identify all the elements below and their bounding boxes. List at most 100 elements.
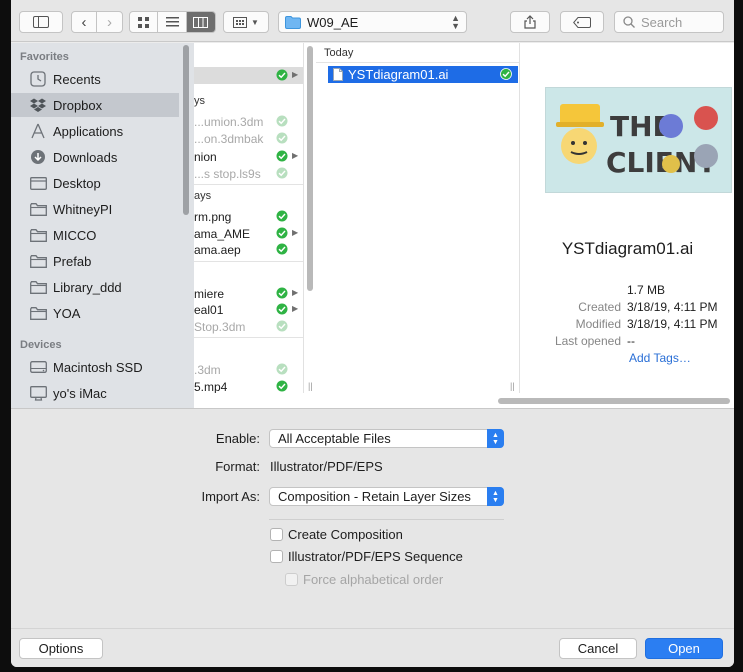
options-button[interactable]: Options [19, 638, 103, 659]
list-item[interactable]: nion ▶ [194, 148, 303, 165]
file-name: Stop.3dm [194, 319, 246, 334]
sidebar-item-imac[interactable]: yo's iMac [11, 381, 179, 405]
document-icon [333, 68, 343, 81]
horizontal-scrollbar[interactable] [498, 398, 730, 404]
list-item[interactable]: ...on.3dmbak [194, 130, 303, 147]
modified-value: 3/18/19, 4:11 PM [627, 317, 718, 331]
checkbox-label: Create Composition [288, 527, 403, 542]
disclosure-arrow-icon: ▶ [292, 151, 299, 160]
selected-file-row[interactable]: YSTdiagram01.ai [328, 66, 518, 83]
synced-check-icon [276, 287, 288, 302]
imac-icon [29, 385, 47, 401]
list-item[interactable]: ama.aep [194, 241, 303, 258]
path-popup[interactable]: W09_AE ▲ ▼ [278, 11, 467, 33]
desktop-icon [29, 175, 47, 191]
open-file-dialog: ‹ › ▼ W09_AE ▲ ▼ Search Favorites Recent… [11, 0, 734, 667]
file-name: eal01 [194, 302, 224, 317]
enable-value: All Acceptable Files [278, 431, 391, 446]
file-name: rm.png [194, 209, 232, 224]
downloads-icon [29, 149, 47, 165]
import-options: Enable: All Acceptable Files ▲ ▼ Format: … [11, 408, 734, 628]
icon-view-button[interactable] [130, 12, 159, 32]
modified-label: Modified [575, 317, 621, 331]
share-button[interactable] [510, 11, 550, 33]
synced-check-icon [276, 150, 288, 165]
path-label: W09_AE [307, 14, 359, 30]
updown-arrows-icon: ▲ ▼ [451, 13, 460, 31]
column-header: Today [324, 47, 354, 59]
sequence-checkbox[interactable]: Illustrator/PDF/EPS Sequence [270, 549, 463, 564]
list-item[interactable]: .3dm [194, 361, 303, 378]
import-as-label: Import As: [201, 489, 260, 504]
column-view-button[interactable] [186, 12, 215, 32]
synced-check-icon [276, 69, 288, 84]
list-view-button[interactable] [158, 12, 187, 32]
search-field[interactable]: Search [614, 11, 724, 33]
list-item[interactable]: ...s stop.ls9s [194, 165, 303, 182]
checkbox-box[interactable] [270, 550, 283, 563]
sidebar-item-whitneypi[interactable]: WhitneyPI [11, 197, 179, 221]
checkbox-box[interactable] [270, 528, 283, 541]
disclosure-arrow-icon: ▶ [292, 304, 299, 313]
list-item[interactable]: ▶ [194, 67, 303, 84]
file-name: nion [194, 149, 217, 164]
sidebar-item-macintosh-ssd[interactable]: Macintosh SSD [11, 355, 179, 379]
divider [194, 337, 303, 338]
sidebar-toggle-button[interactable] [19, 11, 63, 33]
sidebar-item-label: Macintosh SSD [53, 359, 143, 375]
sidebar-item-recents[interactable]: Recents [11, 67, 179, 91]
divider [316, 62, 520, 63]
updown-arrows-icon: ▲ ▼ [487, 487, 504, 506]
sidebar: Favorites Recents Dropbox Applications D… [11, 43, 194, 408]
list-item[interactable]: ...umion.3dm [194, 113, 303, 130]
list-item[interactable]: Stop.3dm [194, 318, 303, 335]
sidebar-item-downloads[interactable]: Downloads [11, 145, 179, 169]
sidebar-item-label: Prefab [53, 253, 92, 269]
file-browser: ▶ ys ...umion.3dm ...on.3dmbak nion ▶ ..… [194, 43, 734, 408]
file-column-parent: ▶ ys ...umion.3dm ...on.3dmbak nion ▶ ..… [194, 43, 304, 393]
synced-check-icon [276, 303, 288, 318]
tags-button[interactable] [560, 11, 604, 33]
column-resize-grip[interactable]: || [308, 381, 313, 391]
divider [194, 184, 303, 185]
sidebar-item-library-ddd[interactable]: Library_ddd [11, 275, 179, 299]
toolbar: ‹ › ▼ W09_AE ▲ ▼ Search [11, 0, 734, 42]
create-composition-checkbox[interactable]: Create Composition [270, 527, 403, 542]
list-item[interactable]: miere ▶ [194, 285, 303, 302]
column-resize-grip[interactable]: || [510, 381, 515, 391]
forward-button[interactable]: › [97, 12, 122, 32]
sidebar-item-label: yo's iMac [53, 385, 107, 401]
cancel-button[interactable]: Cancel [559, 638, 637, 659]
group-header: ys [194, 95, 205, 107]
created-value: 3/18/19, 4:11 PM [627, 300, 718, 314]
list-item[interactable]: ama_AME ▶ [194, 225, 303, 242]
folder-icon [285, 15, 301, 29]
list-item[interactable]: rm.png [194, 208, 303, 225]
sidebar-item-micco[interactable]: MICCO [11, 223, 179, 247]
list-item[interactable]: 5.mp4 [194, 378, 303, 393]
sidebar-item-applications[interactable]: Applications [11, 119, 179, 143]
synced-check-icon [276, 380, 288, 393]
dialog-footer: Options Cancel Open [11, 628, 734, 667]
import-as-popup[interactable]: Composition - Retain Layer Sizes ▲ ▼ [269, 487, 504, 506]
sidebar-scrollbar[interactable] [183, 45, 189, 215]
sidebar-item-prefab[interactable]: Prefab [11, 249, 179, 273]
enable-popup[interactable]: All Acceptable Files ▲ ▼ [269, 429, 504, 448]
open-button[interactable]: Open [645, 638, 723, 659]
back-button[interactable]: ‹ [72, 12, 98, 32]
arrange-button[interactable]: ▼ [223, 11, 269, 33]
sidebar-item-desktop[interactable]: Desktop [11, 171, 179, 195]
add-tags-link[interactable]: Add Tags… [629, 351, 691, 365]
chevron-right-icon: › [107, 13, 112, 31]
sidebar-item-label: Desktop [53, 175, 101, 191]
column-scrollbar[interactable] [307, 46, 313, 291]
divider [269, 519, 504, 520]
import-as-value: Composition - Retain Layer Sizes [278, 489, 471, 504]
list-item[interactable]: eal01 ▶ [194, 301, 303, 318]
force-alphabetical-checkbox: Force alphabetical order [285, 572, 443, 587]
sidebar-item-yoa[interactable]: YOA [11, 301, 179, 325]
updown-arrows-icon: ▲ ▼ [487, 429, 504, 448]
file-thumbnail: THE CLIENT [545, 87, 732, 193]
sidebar-item-dropbox[interactable]: Dropbox [11, 93, 179, 117]
file-size: 1.7 MB [627, 283, 666, 297]
